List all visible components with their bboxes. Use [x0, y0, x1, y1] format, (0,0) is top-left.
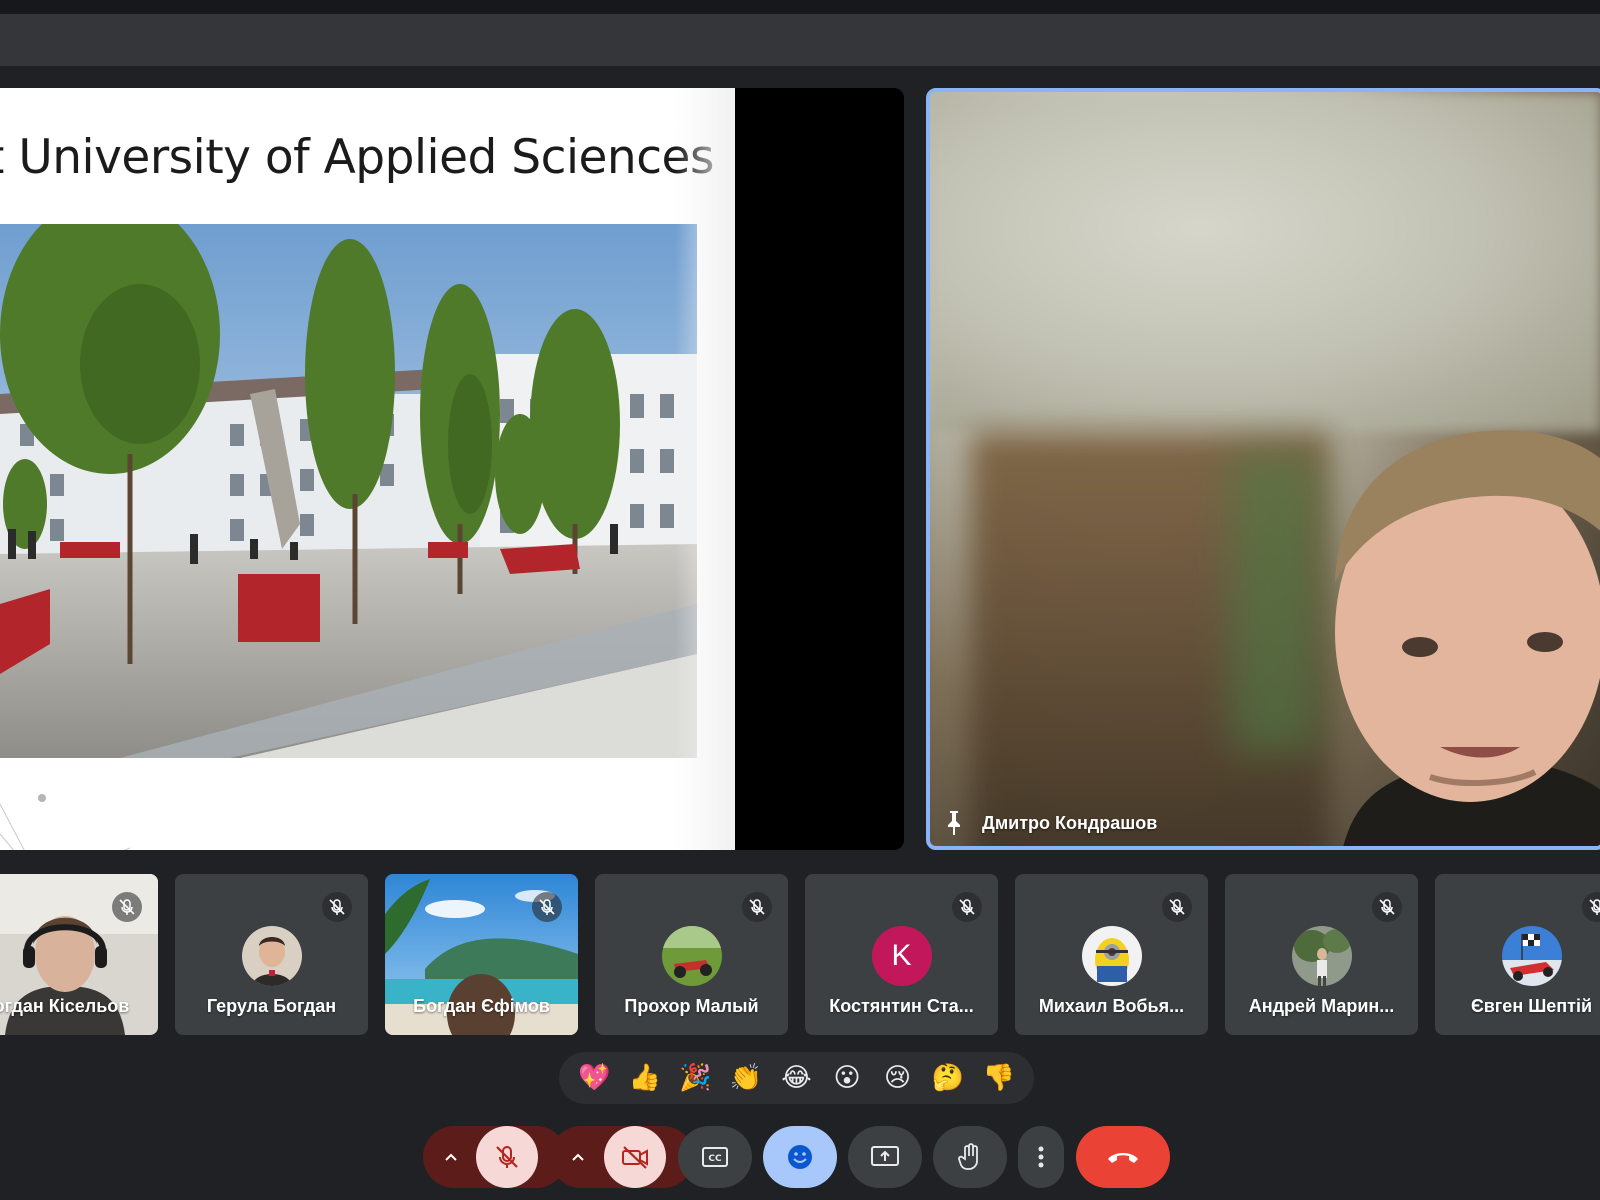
browser-toolbar [0, 14, 1600, 66]
muted-mic-icon [1582, 892, 1600, 922]
muted-mic-icon [532, 892, 562, 922]
background-wall [930, 92, 1600, 432]
campus-photo [0, 224, 697, 758]
captions-icon: CC [702, 1147, 728, 1167]
participant-name: Богдан Єфімов [413, 996, 550, 1016]
reaction-thumbs-up[interactable]: 👍 [624, 1057, 666, 1099]
end-call-icon [1108, 1153, 1138, 1163]
more-options-button[interactable] [1018, 1126, 1064, 1188]
participant-tile[interactable]: K Костянтин Ста... [805, 874, 998, 1035]
participant-tile[interactable]: Євген Шептій [1435, 874, 1600, 1035]
emoji-icon [788, 1145, 812, 1169]
participant-tile[interactable]: Андрей Марин... [1225, 874, 1418, 1035]
background-plant [1230, 452, 1320, 752]
pinned-participant-name: Дмитро Кондрашов [982, 812, 1158, 833]
pinned-label: Дмитро Кондрашов [944, 810, 1157, 836]
muted-mic-icon [1162, 892, 1192, 922]
reactions-button[interactable] [763, 1126, 837, 1188]
camera-off-icon [622, 1146, 648, 1169]
mic-options-button[interactable] [423, 1126, 479, 1188]
participant-name: Костянтин Ста... [829, 996, 974, 1016]
participant-name: огдан Кісельов [0, 996, 130, 1016]
camera-options-button[interactable] [550, 1126, 606, 1188]
muted-mic-icon [112, 892, 142, 922]
window-top-strip [0, 0, 1600, 14]
presentation-slide: t University of Applied Sciences [0, 88, 735, 850]
chevron-up-icon [445, 1153, 457, 1161]
participant-tile[interactable]: огдан Кісельов [0, 874, 158, 1035]
participant-video [1335, 430, 1600, 846]
present-screen-icon [871, 1146, 899, 1166]
reactions-bar: 💖 👍 🎉 👏 😂 😮 😢 🤔 👎 [559, 1052, 1034, 1104]
mic-toggle-button[interactable] [476, 1126, 538, 1188]
participant-avatar [241, 926, 302, 986]
pinned-participant-tile[interactable]: Дмитро Кондрашов [926, 88, 1600, 850]
participant-strip: огдан Кісельов Герула Богдан Богдан Єфім… [0, 874, 1600, 1035]
participant-name: Андрей Марин... [1248, 996, 1395, 1016]
leave-call-button[interactable] [1076, 1126, 1170, 1188]
camera-toggle-button[interactable] [604, 1126, 666, 1188]
reaction-crying[interactable]: 😢 [877, 1057, 919, 1099]
participant-name: Прохор Малый [624, 996, 759, 1016]
participant-tile[interactable]: Михаил Вобья... [1015, 874, 1208, 1035]
chevron-up-icon [572, 1153, 584, 1161]
participant-avatar-letter: K [871, 926, 932, 986]
participant-avatar [661, 926, 722, 986]
reaction-tears-of-joy[interactable]: 😂 [775, 1057, 817, 1099]
participant-avatar [1501, 926, 1562, 986]
reaction-thumbs-down[interactable]: 👎 [978, 1057, 1020, 1099]
participant-avatar [1081, 926, 1142, 986]
participant-name: Михаил Вобья... [1038, 996, 1185, 1016]
raise-hand-button[interactable] [933, 1126, 1007, 1188]
reaction-thinking[interactable]: 🤔 [927, 1057, 969, 1099]
participant-tile[interactable]: Богдан Єфімов [385, 874, 578, 1035]
muted-mic-icon [1372, 892, 1402, 922]
slide-decoration [0, 794, 131, 850]
reaction-party-popper[interactable]: 🎉 [674, 1057, 716, 1099]
muted-mic-icon [322, 892, 352, 922]
participant-tile[interactable]: Прохор Малый [595, 874, 788, 1035]
participant-name: Герула Богдан [206, 996, 337, 1016]
reaction-clapping[interactable]: 👏 [725, 1057, 767, 1099]
pin-icon[interactable] [944, 810, 964, 836]
participant-tile[interactable]: Герула Богдан [175, 874, 368, 1035]
captions-button[interactable]: CC [678, 1126, 752, 1188]
present-now-button[interactable] [848, 1126, 922, 1188]
raise-hand-icon [958, 1143, 978, 1170]
svg-text:CC: CC [708, 1154, 722, 1164]
reaction-surprised[interactable]: 😮 [826, 1057, 868, 1099]
presentation-tile[interactable]: t University of Applied Sciences [0, 88, 904, 850]
mic-off-icon [496, 1145, 518, 1168]
muted-mic-icon [952, 892, 982, 922]
participant-name: Євген Шептій [1470, 996, 1593, 1016]
more-vert-icon [1038, 1146, 1044, 1168]
reaction-sparkling-heart[interactable]: 💖 [573, 1057, 615, 1099]
participant-avatar [1291, 926, 1352, 986]
muted-mic-icon [742, 892, 772, 922]
slide-title: t University of Applied Sciences [0, 130, 714, 185]
